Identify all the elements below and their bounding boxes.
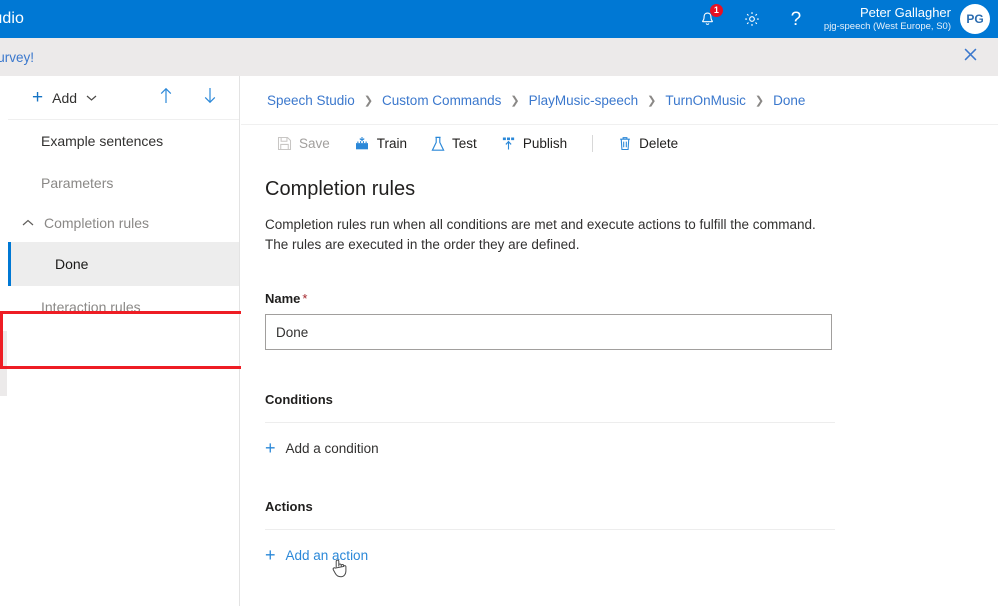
arrow-down-icon[interactable]	[203, 87, 217, 109]
sidebar: + Add	[8, 76, 240, 606]
add-action-button[interactable]: + Add an action	[265, 546, 998, 564]
app-brand-title: Studio	[0, 10, 24, 28]
sidebar-group-label: Completion rules	[44, 215, 149, 231]
delete-label: Delete	[639, 136, 678, 151]
sidebar-item-example-sentences[interactable]: Example sentences	[8, 120, 239, 162]
survey-banner: e our survey!	[0, 38, 998, 76]
command-bar-divider	[592, 135, 593, 152]
breadcrumb-item-turnonmusic[interactable]: TurnOnMusic	[665, 93, 746, 108]
breadcrumb-item-playmusic-speech[interactable]: PlayMusic-speech	[529, 93, 639, 108]
sidebar-toolbar: + Add	[8, 76, 239, 120]
pointer-hand-cursor	[331, 558, 349, 584]
publish-button[interactable]: Publish	[489, 125, 579, 163]
conditions-divider	[265, 422, 835, 423]
user-name: Peter Gallagher	[824, 5, 951, 20]
plus-icon: +	[32, 88, 43, 107]
chevron-right-icon: ❯	[510, 94, 519, 107]
command-bar: Save Train	[241, 124, 998, 162]
user-info: Peter Gallagher pjg-speech (West Europe,…	[824, 5, 951, 33]
train-button[interactable]: Train	[342, 125, 419, 163]
save-icon	[277, 136, 292, 151]
sidebar-item-interaction-rules[interactable]: Interaction rules	[8, 286, 239, 328]
publish-icon	[501, 136, 516, 151]
user-account-menu[interactable]: Peter Gallagher pjg-speech (West Europe,…	[824, 4, 998, 34]
description-line-2: The rules are executed in the order they…	[265, 235, 825, 255]
name-field-label: Name*	[265, 291, 998, 306]
sidebar-item-label: Interaction rules	[41, 299, 141, 315]
trash-icon	[618, 136, 632, 151]
name-input[interactable]: Done	[265, 314, 832, 350]
left-scrollbar-track[interactable]	[0, 76, 8, 606]
chevron-right-icon: ❯	[647, 94, 656, 107]
sidebar-item-label: Done	[55, 256, 88, 272]
beaker-icon	[431, 136, 445, 152]
train-icon	[354, 136, 370, 151]
sidebar-item-done[interactable]: Done	[8, 242, 239, 286]
banner-close-button[interactable]	[956, 38, 984, 76]
save-label: Save	[299, 136, 330, 151]
sidebar-item-label: Parameters	[41, 175, 113, 191]
reorder-buttons	[159, 87, 217, 109]
survey-banner-text[interactable]: e our survey!	[0, 50, 34, 65]
notification-count-badge: 1	[710, 4, 723, 17]
sidebar-group-completion-rules[interactable]: Completion rules	[8, 204, 239, 242]
avatar[interactable]: PG	[960, 4, 990, 34]
help-button[interactable]: ?	[774, 0, 818, 38]
chevron-right-icon: ❯	[364, 94, 373, 107]
train-label: Train	[377, 136, 407, 151]
publish-label: Publish	[523, 136, 567, 151]
user-subscription: pjg-speech (West Europe, S0)	[824, 20, 951, 33]
required-asterisk: *	[302, 291, 307, 306]
chevron-up-icon	[22, 219, 34, 227]
test-button[interactable]: Test	[419, 125, 489, 163]
save-button[interactable]: Save	[265, 125, 342, 163]
add-condition-label: Add a condition	[286, 441, 379, 456]
top-header-bar: Studio 1	[0, 0, 998, 38]
add-action-label: Add an action	[286, 548, 369, 563]
gear-icon	[743, 10, 761, 28]
name-label-text: Name	[265, 291, 300, 306]
sidebar-item-label: Example sentences	[41, 133, 163, 149]
delete-button[interactable]: Delete	[606, 125, 690, 163]
actions-section-title: Actions	[265, 499, 998, 514]
test-label: Test	[452, 136, 477, 151]
left-scrollbar-thumb[interactable]	[0, 331, 7, 396]
close-icon	[964, 48, 977, 66]
sidebar-item-parameters[interactable]: Parameters	[8, 162, 239, 204]
conditions-section-title: Conditions	[265, 392, 998, 407]
name-input-value: Done	[276, 325, 308, 340]
question-mark-icon: ?	[791, 10, 802, 29]
add-condition-button[interactable]: + Add a condition	[265, 439, 998, 457]
description-line-1: Completion rules run when all conditions…	[265, 215, 825, 235]
breadcrumb: Speech Studio ❯ Custom Commands ❯ PlayMu…	[241, 76, 998, 124]
add-button-label: Add	[52, 90, 77, 106]
main-content: Speech Studio ❯ Custom Commands ❯ PlayMu…	[241, 76, 998, 606]
breadcrumb-item-speech-studio[interactable]: Speech Studio	[267, 93, 355, 108]
actions-divider	[265, 529, 835, 530]
breadcrumb-item-done[interactable]: Done	[773, 93, 805, 108]
completion-rules-pane: Completion rules Completion rules run wh…	[241, 162, 998, 564]
add-button[interactable]: + Add	[32, 88, 97, 107]
chevron-down-icon	[86, 94, 97, 102]
arrow-up-icon[interactable]	[159, 87, 173, 109]
breadcrumb-item-custom-commands[interactable]: Custom Commands	[382, 93, 501, 108]
plus-icon: +	[265, 546, 276, 564]
chevron-right-icon: ❯	[755, 94, 764, 107]
page-description: Completion rules run when all conditions…	[265, 215, 825, 255]
settings-button[interactable]	[730, 0, 774, 38]
page-title: Completion rules	[265, 178, 998, 201]
header-actions: 1 ? Peter Gallagher pjg-speech (West Eur…	[686, 0, 998, 38]
app-root: Studio 1	[0, 0, 998, 606]
plus-icon: +	[265, 439, 276, 457]
notifications-button[interactable]: 1	[686, 0, 730, 38]
